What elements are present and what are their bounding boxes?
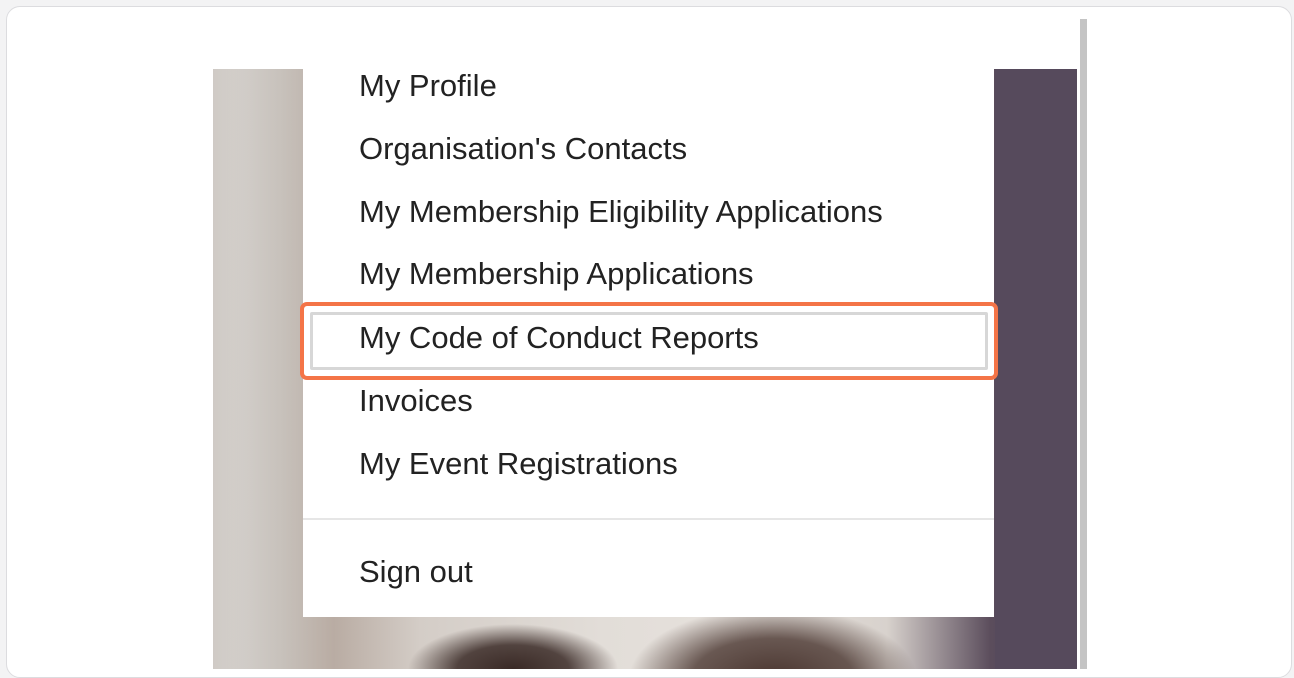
- scrollbar-thumb[interactable]: [1080, 19, 1087, 669]
- menu-item-membership-eligibility-applications[interactable]: My Membership Eligibility Applications: [359, 188, 883, 236]
- photo-shadow: [213, 69, 253, 669]
- menu-item-organisation-contacts[interactable]: Organisation's Contacts: [359, 125, 687, 173]
- sign-out-button[interactable]: Sign out: [359, 548, 473, 596]
- menu-item-my-profile[interactable]: My Profile: [359, 62, 497, 110]
- menu-divider: [303, 518, 994, 520]
- highlight-callout: [300, 302, 998, 380]
- menu-item-event-registrations[interactable]: My Event Registrations: [359, 440, 678, 488]
- screenshot-frame: My Profile Organisation's Contacts My Me…: [6, 6, 1292, 678]
- hover-outline: [310, 312, 988, 370]
- menu-item-membership-applications[interactable]: My Membership Applications: [359, 250, 754, 298]
- menu-item-invoices[interactable]: Invoices: [359, 377, 473, 425]
- photo-side-panel: [995, 69, 1077, 669]
